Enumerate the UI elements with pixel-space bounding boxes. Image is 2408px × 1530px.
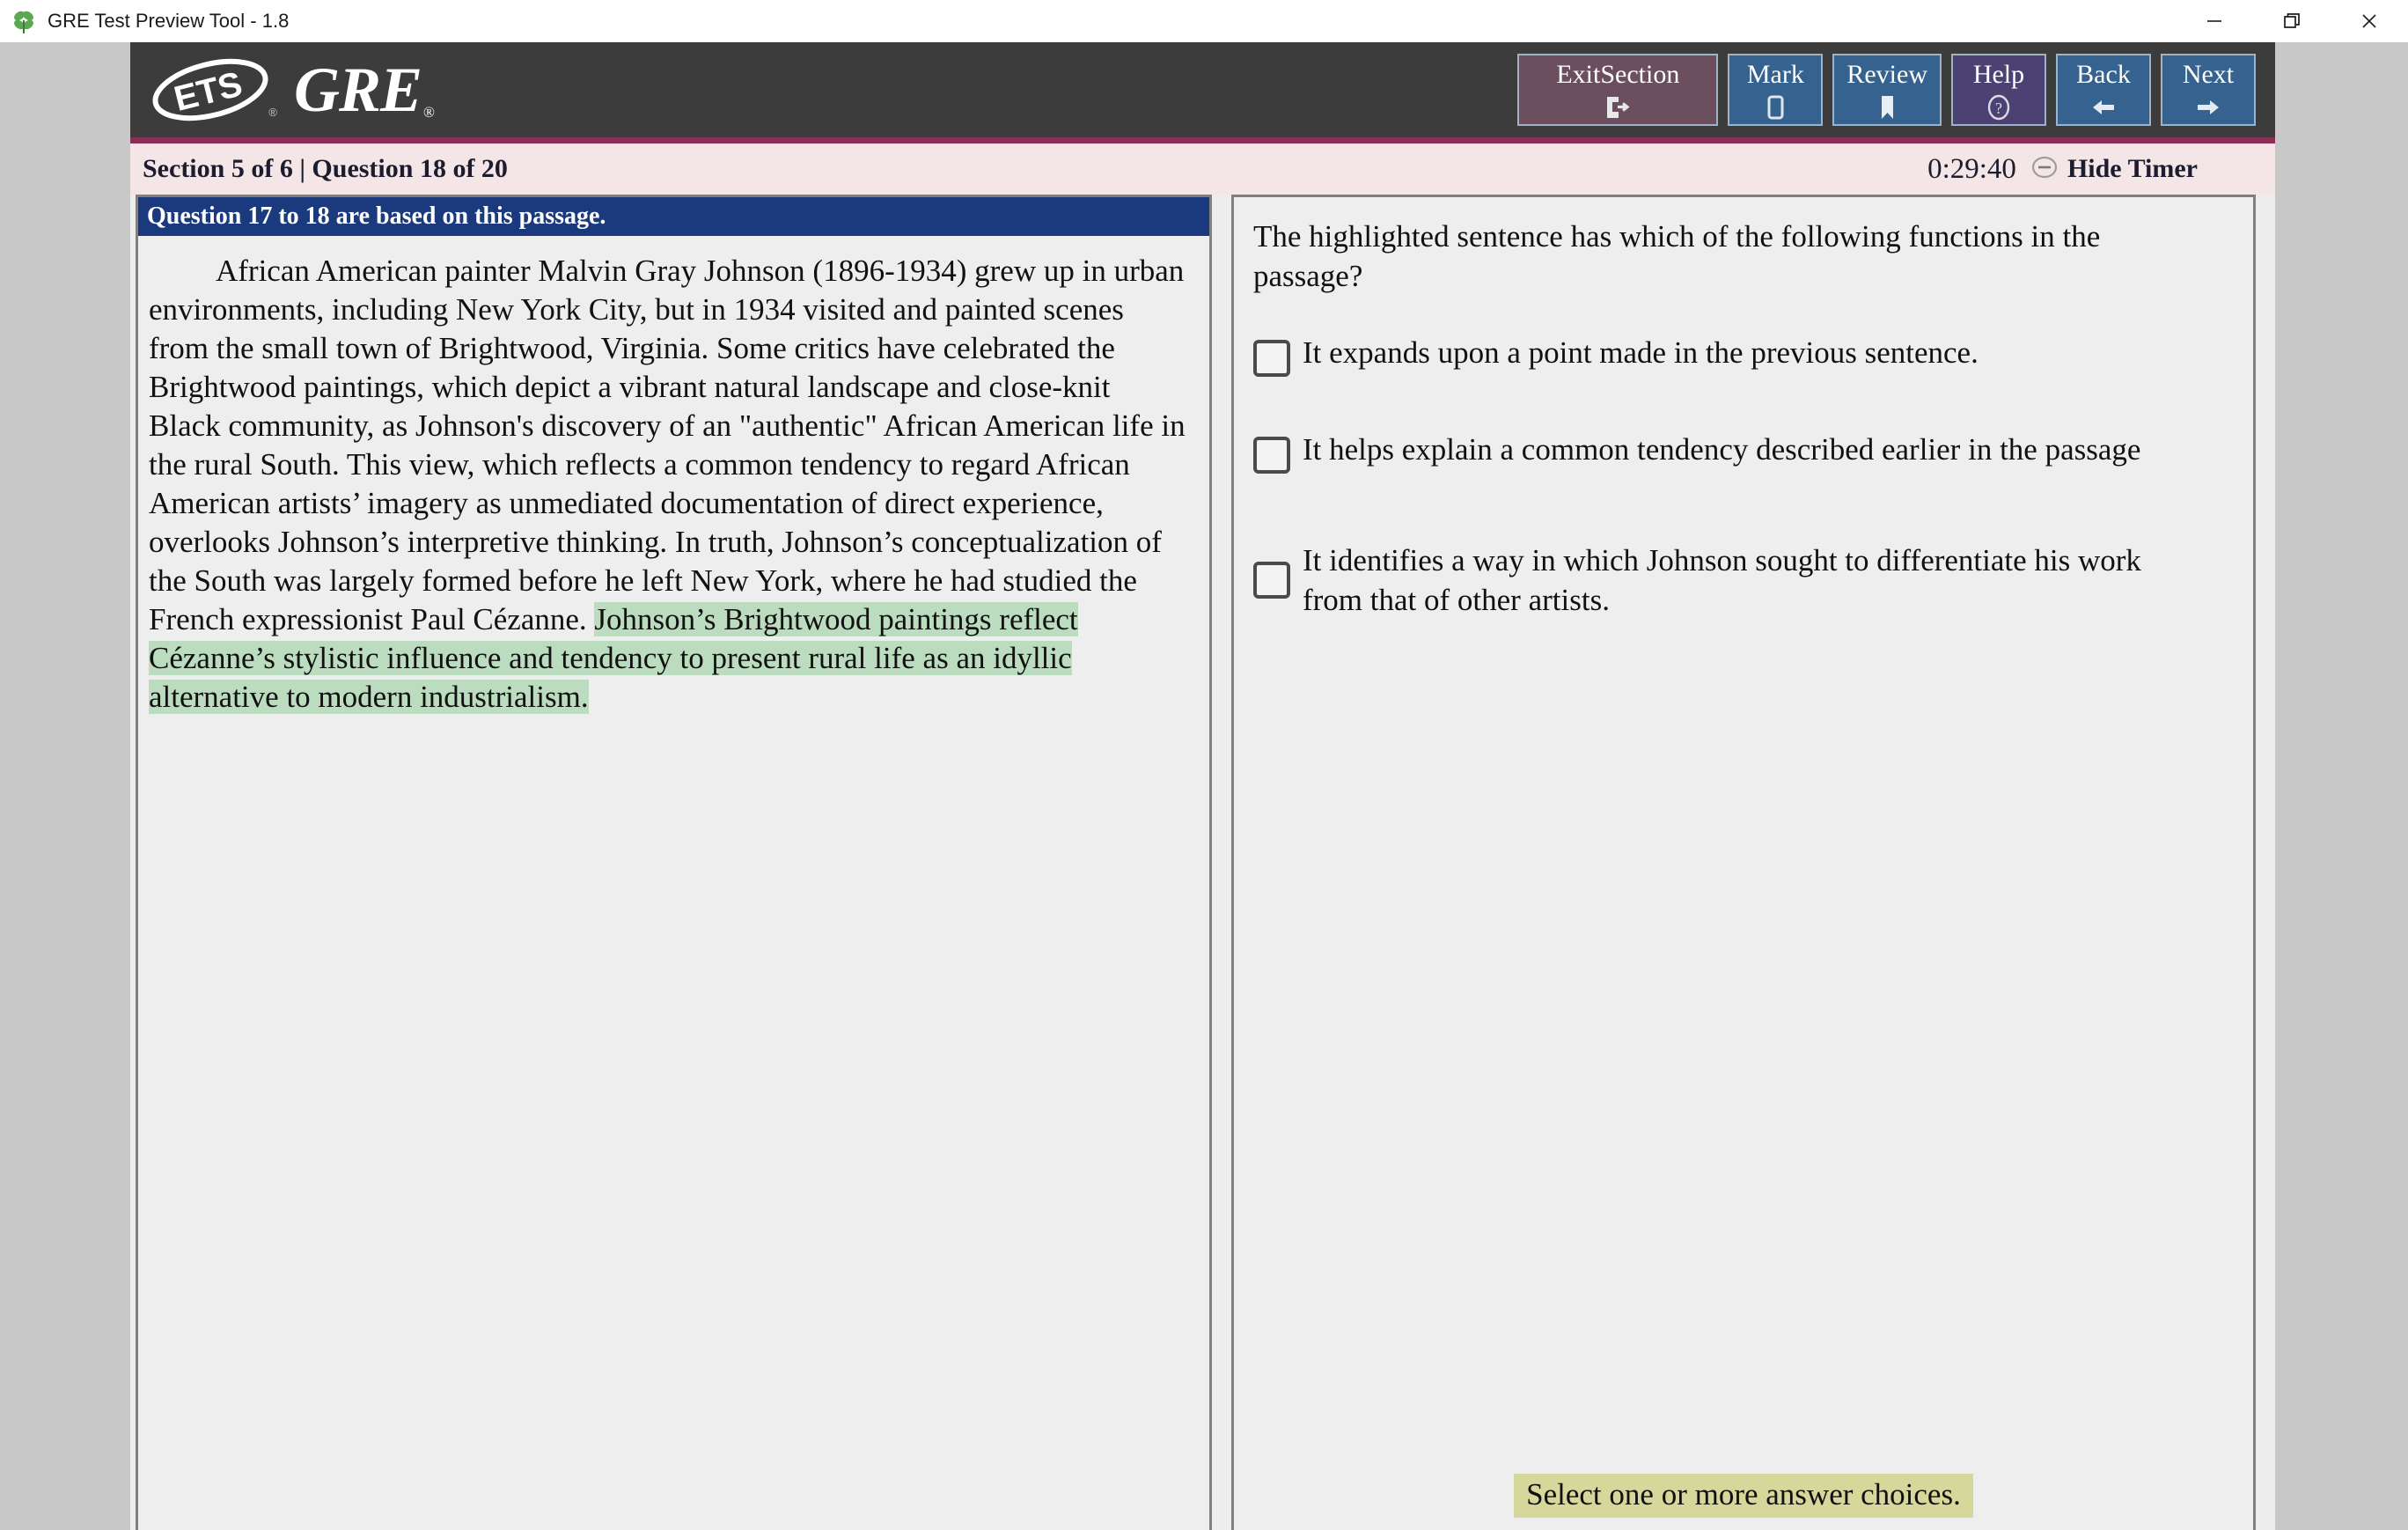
- answer-choice-3[interactable]: It identifies a way in which Johnson sou…: [1253, 541, 2200, 620]
- window-title: GRE Test Preview Tool - 1.8: [48, 10, 290, 32]
- help-button[interactable]: Help ?: [1951, 54, 2046, 126]
- back-label: Back: [2076, 60, 2131, 89]
- close-button[interactable]: [2331, 0, 2408, 42]
- window-controls: [2176, 0, 2408, 42]
- section-question-indicator: Section 5 of 6 | Question 18 of 20: [143, 154, 508, 183]
- clover-icon: [9, 6, 39, 36]
- question-stem: The highlighted sentence has which of th…: [1253, 219, 2101, 293]
- section-info-bar: Section 5 of 6 | Question 18 of 20 0:29:…: [130, 143, 2275, 195]
- maximize-restore-button[interactable]: [2253, 0, 2331, 42]
- answer-choices: It expands upon a point made in the prev…: [1234, 333, 2253, 620]
- selection-instruction-label: Select one or more answer choices.: [1514, 1474, 1973, 1518]
- exit-section-button[interactable]: ExitSection: [1517, 54, 1719, 126]
- passage-header-label: Question 17 to 18 are based on this pass…: [147, 202, 606, 230]
- back-button[interactable]: Back: [2056, 54, 2151, 126]
- answer-choice-3-label: It identifies a way in which Johnson sou…: [1303, 543, 2141, 617]
- window-titlebar: GRE Test Preview Tool - 1.8: [0, 0, 2408, 42]
- next-label: Next: [2182, 60, 2235, 89]
- exit-door-icon: [1603, 92, 1633, 122]
- hide-timer-label: Hide Timer: [2067, 154, 2198, 183]
- desktop-background: ETS ® GRE ® ExitSection Mark Review Help…: [0, 42, 2408, 1530]
- timer-group: 0:29:40 Hide Timer: [1927, 153, 2198, 186]
- answer-checkbox-2[interactable]: [1253, 437, 1290, 474]
- passage-paragraph: African American painter Malvin Gray Joh…: [149, 252, 1186, 717]
- help-label: Help: [1972, 60, 2025, 89]
- circle-minus-icon: [2030, 153, 2059, 186]
- passage-text-plain: African American painter Malvin Gray Joh…: [149, 254, 1186, 636]
- gre-wordmark: GRE ®: [294, 58, 435, 121]
- gre-wordmark-text: GRE: [294, 55, 422, 125]
- selection-instruction: Select one or more answer choices.: [1234, 1474, 2253, 1518]
- answer-choice-1[interactable]: It expands upon a point made in the prev…: [1253, 333, 2200, 377]
- review-button[interactable]: Review: [1832, 54, 1942, 126]
- empty-square-icon: [1760, 92, 1790, 122]
- app-header: ETS ® GRE ® ExitSection Mark Review Help…: [130, 42, 2275, 143]
- test-application: ETS ® GRE ® ExitSection Mark Review Help…: [130, 42, 2275, 1530]
- answer-choice-2-label: It helps explain a common tendency descr…: [1303, 432, 2141, 467]
- review-label: Review: [1846, 60, 1927, 89]
- minimize-button[interactable]: [2176, 0, 2253, 42]
- brand-logo: ETS ® GRE ®: [150, 55, 435, 125]
- gre-registered-mark: ®: [423, 104, 435, 121]
- question-pane: The highlighted sentence has which of th…: [1231, 195, 2256, 1530]
- arrow-right-icon: [2193, 92, 2223, 122]
- answer-choice-1-label: It expands upon a point made in the prev…: [1303, 335, 1979, 370]
- answer-checkbox-1[interactable]: [1253, 340, 1290, 377]
- passage-body[interactable]: African American painter Malvin Gray Joh…: [138, 236, 1209, 717]
- header-nav-buttons: ExitSection Mark Review Help ? Back Next: [1517, 54, 2256, 126]
- timer-value: 0:29:40: [1927, 152, 2016, 185]
- answer-checkbox-3[interactable]: [1253, 562, 1290, 599]
- answer-choice-2[interactable]: It helps explain a common tendency descr…: [1253, 430, 2200, 474]
- content-panes: Question 17 to 18 are based on this pass…: [130, 195, 2275, 1530]
- next-button[interactable]: Next: [2161, 54, 2256, 126]
- ets-logo-icon: ETS ®: [150, 55, 282, 125]
- svg-text:?: ?: [1995, 99, 2002, 117]
- mark-label: Mark: [1746, 60, 1804, 89]
- svg-text:®: ®: [268, 106, 277, 119]
- arrow-left-icon: [2089, 92, 2118, 122]
- hide-timer-button[interactable]: Hide Timer: [2030, 153, 2198, 186]
- mark-button[interactable]: Mark: [1728, 54, 1824, 126]
- passage-pane: Question 17 to 18 are based on this pass…: [136, 195, 1212, 1530]
- pane-divider: [1212, 195, 1231, 1530]
- question-circle-icon: ?: [1984, 92, 2014, 122]
- passage-header-bar: Question 17 to 18 are based on this pass…: [138, 197, 1209, 236]
- exit-section-label: ExitSection: [1556, 60, 1680, 89]
- bookmark-icon: [1872, 92, 1902, 122]
